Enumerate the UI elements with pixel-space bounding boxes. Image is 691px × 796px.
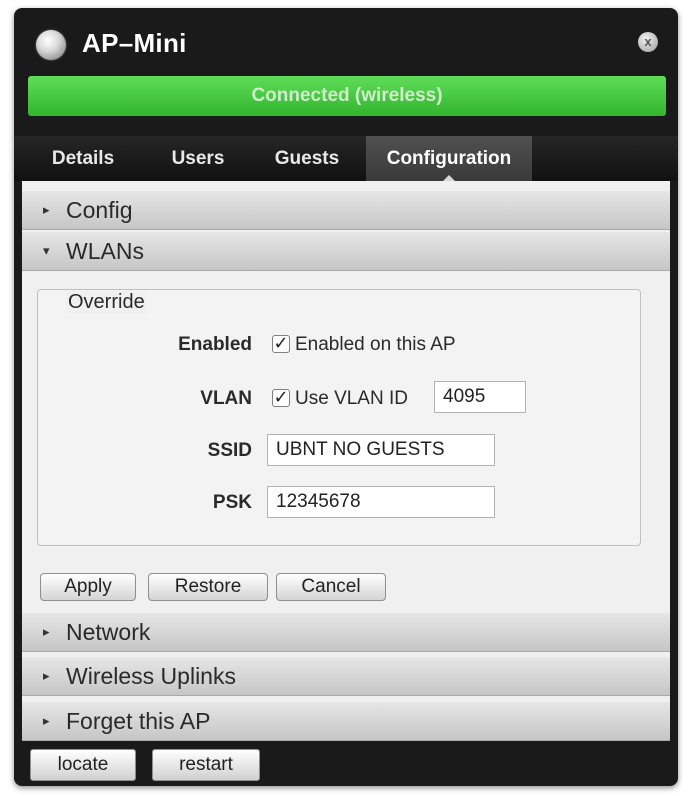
vlan-id-input[interactable]: 4095 xyxy=(434,381,526,413)
expand-arrow-icon: ▸ xyxy=(43,668,50,683)
override-legend: Override xyxy=(66,291,147,314)
tab-guests[interactable]: Guests xyxy=(254,136,360,181)
use-vlan-id-text: Use VLAN ID xyxy=(295,388,408,409)
close-icon[interactable]: x xyxy=(638,32,658,52)
section-network-header[interactable]: ▸ Network xyxy=(22,613,670,652)
section-wlans-label: WLANs xyxy=(66,238,144,264)
expand-arrow-icon: ▸ xyxy=(43,202,50,217)
connection-status-bar: Connected (wireless) xyxy=(28,76,666,116)
section-network-label: Network xyxy=(66,619,151,645)
ssid-label: SSID xyxy=(207,440,252,461)
apply-button[interactable]: Apply xyxy=(40,573,136,601)
enabled-checkbox[interactable]: ✓ xyxy=(272,334,290,353)
section-forget-ap-header[interactable]: ▸ Forget this AP xyxy=(22,702,670,741)
tab-bar: Details Users Guests Configuration xyxy=(14,136,678,181)
restart-button[interactable]: restart xyxy=(152,749,260,781)
title-bar: AP–Mini x xyxy=(14,8,678,78)
configuration-content: ▸ Config ▾ WLANs Override Enabled ✓ Enab… xyxy=(22,181,670,741)
restore-button[interactable]: Restore xyxy=(148,573,268,601)
window-title: AP–Mini xyxy=(82,28,187,58)
section-forget-ap-label: Forget this AP xyxy=(66,708,211,734)
section-config-label: Config xyxy=(66,197,133,223)
tab-configuration[interactable]: Configuration xyxy=(366,136,532,181)
section-config-header[interactable]: ▸ Config xyxy=(22,191,670,230)
expand-arrow-icon: ▸ xyxy=(43,713,50,728)
expand-arrow-icon: ▸ xyxy=(43,624,50,639)
section-wireless-uplinks-header[interactable]: ▸ Wireless Uplinks xyxy=(22,657,670,696)
enabled-checkbox-text: Enabled on this AP xyxy=(295,334,456,355)
section-wireless-uplinks-label: Wireless Uplinks xyxy=(66,663,236,689)
cancel-button[interactable]: Cancel xyxy=(276,573,386,601)
access-point-icon xyxy=(36,30,66,60)
tab-details[interactable]: Details xyxy=(28,136,138,181)
ssid-input[interactable]: UBNT NO GUESTS xyxy=(267,434,495,466)
vlan-label: VLAN xyxy=(200,388,252,409)
psk-input[interactable]: 12345678 xyxy=(267,486,495,518)
psk-label: PSK xyxy=(212,492,252,513)
use-vlan-id-checkbox[interactable]: ✓ xyxy=(272,388,290,407)
tab-users[interactable]: Users xyxy=(154,136,242,181)
section-wlans-header[interactable]: ▾ WLANs xyxy=(22,232,670,271)
ap-details-panel: AP–Mini x Connected (wireless) Details U… xyxy=(14,8,678,786)
collapse-arrow-icon: ▾ xyxy=(43,243,50,258)
locate-button[interactable]: locate xyxy=(30,749,136,781)
enabled-label: Enabled xyxy=(178,334,252,355)
